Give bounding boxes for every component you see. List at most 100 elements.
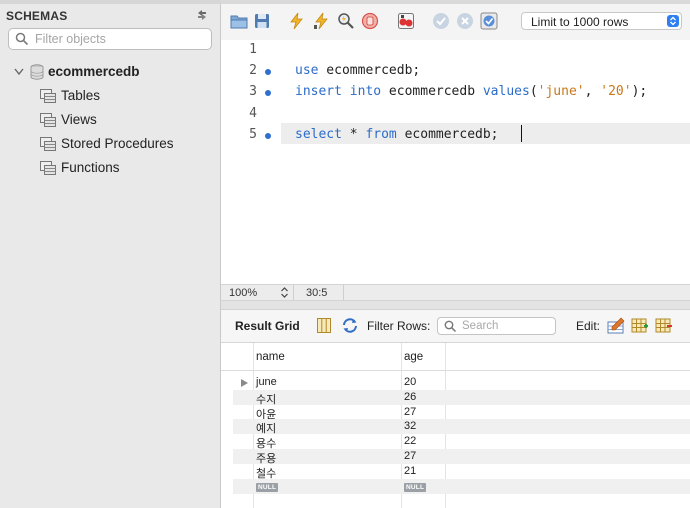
statement-marker [265, 90, 271, 97]
sql-text: ( [529, 84, 538, 100]
views-folder-icon [40, 113, 56, 127]
cell-age[interactable]: 27 [404, 450, 416, 462]
commit-icon[interactable] [432, 12, 450, 30]
refresh-results-icon[interactable] [342, 318, 358, 333]
autocommit-icon[interactable] [480, 12, 498, 30]
current-row-arrow-icon [241, 379, 248, 387]
search-icon [15, 32, 29, 46]
sql-string: 'june' [537, 84, 585, 100]
chevron-down-icon[interactable] [14, 68, 24, 76]
schema-name: ecommercedb [48, 64, 140, 79]
schemas-title: SCHEMAS [6, 9, 68, 23]
refresh-schemas-icon[interactable] [196, 9, 208, 21]
sql-keyword: select [295, 126, 342, 142]
select-arrows-icon [667, 15, 679, 27]
cell-name[interactable]: june [256, 376, 277, 388]
table-row[interactable]: 수지 26 [233, 389, 690, 406]
tree-item-views[interactable]: Views [40, 111, 215, 129]
filter-rows-input[interactable] [462, 319, 552, 333]
table-row[interactable]: 철수 21 [233, 464, 690, 480]
toggle-error-icon[interactable] [397, 12, 415, 30]
code-line[interactable]: use ecommercedb; [295, 63, 420, 78]
new-row[interactable]: NULL NULL [233, 478, 690, 494]
tab-strip-border [221, 0, 690, 4]
add-row-icon[interactable] [631, 317, 649, 334]
query-toolbar: Limit to 1000 rows [221, 0, 690, 40]
cell-age[interactable]: 21 [404, 465, 416, 477]
sql-text: * [341, 126, 366, 142]
sql-keyword: values [482, 84, 530, 100]
zoom-level[interactable]: 100% [229, 287, 257, 299]
panel-splitter[interactable] [221, 301, 690, 310]
rollback-icon[interactable] [456, 12, 474, 30]
filter-objects-input[interactable] [35, 31, 205, 47]
status-divider [293, 285, 294, 301]
filter-rows-label: Filter Rows: [367, 319, 431, 333]
cell-age[interactable]: 22 [404, 435, 416, 447]
sql-string: '20' [600, 84, 632, 100]
edit-label: Edit: [576, 319, 601, 333]
search-icon [444, 320, 457, 333]
filter-rows-search[interactable] [437, 317, 556, 335]
result-grid-tab[interactable]: Result Grid [235, 319, 300, 333]
sql-text: , [584, 84, 601, 100]
sql-keyword: use [295, 63, 319, 79]
null-badge: NULL [256, 482, 279, 492]
schema-ecommercedb[interactable]: ecommercedb [14, 63, 214, 81]
cell-age[interactable]: NULL [404, 480, 427, 492]
save-icon[interactable] [253, 12, 271, 30]
grid-header: name age [221, 343, 690, 371]
null-badge: NULL [404, 482, 427, 492]
panel-top-border [0, 0, 221, 4]
line-number: 2 [249, 63, 257, 79]
execute-icon[interactable] [288, 12, 306, 30]
table-row[interactable]: 용수 22 [233, 434, 690, 450]
cell-name[interactable]: NULL [256, 480, 279, 492]
tree-item-label: Views [61, 112, 97, 127]
table-row[interactable]: 아윤 27 [233, 405, 690, 421]
tree-item-label: Functions [61, 160, 120, 175]
edit-row-icon[interactable] [607, 317, 625, 334]
code-line[interactable]: insert into ecommercedb values('june', '… [295, 84, 647, 99]
tree-item-tables[interactable]: Tables [40, 87, 215, 105]
sql-keyword: insert [295, 84, 342, 100]
sql-text: ecommercedb [381, 84, 483, 100]
tree-item-label: Stored Procedures [61, 136, 174, 151]
limit-rows-select[interactable]: Limit to 1000 rows [521, 12, 682, 30]
column-header-name[interactable]: name [256, 351, 285, 363]
sql-editor[interactable]: 1 2 use ecommercedb; 3 insert into ecommerce… [221, 40, 690, 284]
execute-current-icon[interactable] [313, 12, 331, 30]
cell-age[interactable]: 27 [404, 406, 416, 418]
column-header-age[interactable]: age [404, 351, 423, 363]
cell-age[interactable]: 32 [404, 420, 416, 432]
sql-text: ); [631, 84, 648, 100]
functions-folder-icon [40, 161, 56, 175]
tree-item-stored-procedures[interactable]: Stored Procedures [40, 135, 215, 153]
filter-objects-box[interactable] [8, 28, 212, 50]
statement-marker [265, 69, 271, 76]
schemas-panel: SCHEMAS ecommercedb Tables [0, 0, 221, 508]
stop-icon[interactable] [361, 12, 379, 30]
line-number: 1 [249, 42, 257, 57]
text-caret [521, 125, 522, 142]
table-row[interactable]: 주용 27 [233, 449, 690, 465]
code-line[interactable]: select * from ecommercedb; [295, 127, 499, 142]
open-folder-icon[interactable] [230, 12, 248, 30]
tables-folder-icon [40, 89, 56, 103]
line-number: 5 [249, 126, 257, 142]
result-grid[interactable]: name age june 20 수지 26 아윤 27 예지 32 용수 22 주용 27 철수 21 N… [221, 343, 690, 508]
cell-age[interactable]: 20 [404, 376, 416, 388]
cursor-position: 30:5 [306, 287, 328, 299]
delete-row-icon[interactable] [655, 317, 673, 334]
grid-view-icon[interactable] [317, 318, 331, 333]
procedures-folder-icon [40, 137, 56, 151]
explain-icon[interactable] [337, 12, 355, 30]
sql-text: ecommercedb; [396, 126, 499, 142]
cell-age[interactable]: 26 [404, 391, 416, 403]
tree-item-functions[interactable]: Functions [40, 159, 215, 177]
table-row[interactable]: 예지 32 [233, 419, 690, 435]
status-divider [343, 285, 344, 301]
table-row[interactable]: june 20 [233, 375, 690, 390]
zoom-stepper-icon[interactable] [280, 286, 289, 299]
